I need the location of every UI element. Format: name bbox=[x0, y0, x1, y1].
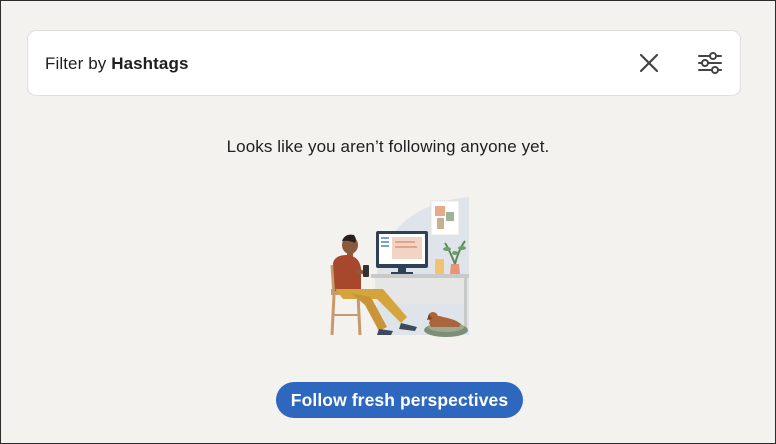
close-icon bbox=[639, 53, 659, 73]
feed-panel: Filter by Hashtags Looks like you aren’t… bbox=[1, 1, 775, 443]
sliders-icon bbox=[698, 52, 722, 74]
filter-prefix: Filter by bbox=[45, 54, 107, 73]
filter-label: Filter by Hashtags bbox=[45, 54, 189, 74]
filter-value: Hashtags bbox=[111, 54, 189, 73]
person-at-desk-with-dog-illustration bbox=[330, 197, 469, 337]
follow-fresh-perspectives-button[interactable]: Follow fresh perspectives bbox=[276, 382, 523, 418]
filter-bar: Filter by Hashtags bbox=[27, 30, 741, 96]
empty-state-message: Looks like you aren’t following anyone y… bbox=[226, 137, 550, 156]
clear-filter-button[interactable] bbox=[635, 49, 663, 77]
filter-settings-button[interactable] bbox=[696, 49, 724, 77]
